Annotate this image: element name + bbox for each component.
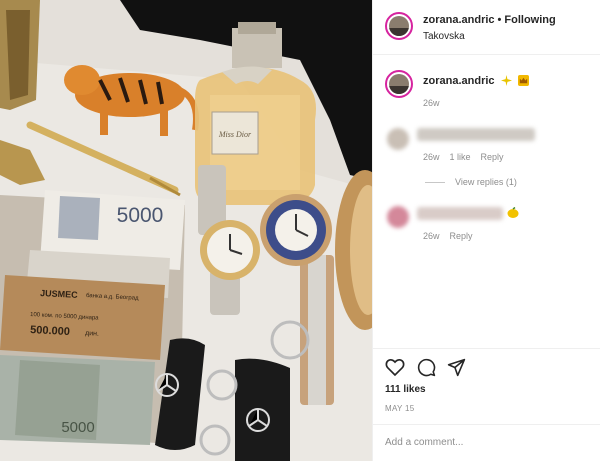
bank-unit: дин.	[85, 330, 99, 338]
caption-time: 26w	[423, 98, 440, 108]
sparkle-emoji-icon	[500, 75, 512, 86]
post-photo[interactable]: Miss Dior 5000 JUSMEC банка а.д. Београд…	[0, 0, 372, 461]
perfume-label: Miss Dior	[218, 130, 252, 139]
caption-username[interactable]: zorana.andric	[423, 75, 495, 87]
header-avatar[interactable]	[385, 12, 413, 40]
view-replies-button[interactable]: View replies (1)	[455, 177, 517, 187]
actions-divider	[373, 348, 600, 349]
comment-2-time: 26w	[423, 231, 440, 241]
view-replies-line	[425, 182, 445, 183]
caption-avatar[interactable]	[385, 70, 413, 98]
bank-brand: JUSMEC	[40, 288, 78, 300]
banknote-value-bottom: 5000	[61, 419, 94, 436]
comment-1-reply-button[interactable]: Reply	[481, 152, 504, 162]
comment-1-meta: 26w 1 like Reply	[423, 152, 514, 162]
share-icon[interactable]	[447, 358, 466, 377]
comment-icon[interactable]	[417, 358, 436, 377]
comment-1-blurred-text	[417, 128, 535, 141]
header-username[interactable]: zorana.andric	[423, 14, 495, 26]
comment-2-avatar[interactable]	[387, 206, 409, 228]
header-separator: •	[497, 14, 502, 26]
banknote-value-top: 5000	[117, 204, 164, 227]
bank-amount: 500.000	[30, 324, 70, 338]
header-divider	[373, 54, 600, 55]
instagram-post: Miss Dior 5000 JUSMEC банка а.д. Београд…	[0, 0, 600, 461]
following-button[interactable]: Following	[504, 14, 555, 26]
comment-1-avatar[interactable]	[387, 128, 409, 150]
comment-divider	[373, 424, 600, 425]
comment-2-reply-button[interactable]: Reply	[450, 231, 473, 241]
banknote-stack: 5000 JUSMEC банка а.д. Београд 100 ком. …	[0, 190, 185, 445]
post-date: MAY 15	[385, 404, 415, 413]
add-comment-input[interactable]: Add a comment...	[385, 437, 463, 448]
photo-illustration: Miss Dior 5000 JUSMEC банка а.д. Београд…	[0, 0, 372, 461]
caption: zorana.andric	[423, 75, 529, 87]
comment-2-meta: 26w Reply	[423, 231, 483, 241]
comment-2-blurred-text	[417, 207, 503, 220]
post-header: zorana.andric • Following	[423, 14, 556, 26]
comment-1-time: 26w	[423, 152, 440, 162]
crown-emoji-icon	[517, 75, 529, 86]
post-side-panel: zorana.andric • Following Takovska zorana.…	[372, 0, 600, 461]
likes-count[interactable]: 111 likes	[385, 384, 426, 395]
lemon-emoji-icon	[507, 207, 519, 218]
comment-1-likes[interactable]: 1 like	[450, 152, 471, 162]
heart-icon[interactable]	[385, 358, 405, 377]
location-link[interactable]: Takovska	[423, 31, 465, 42]
